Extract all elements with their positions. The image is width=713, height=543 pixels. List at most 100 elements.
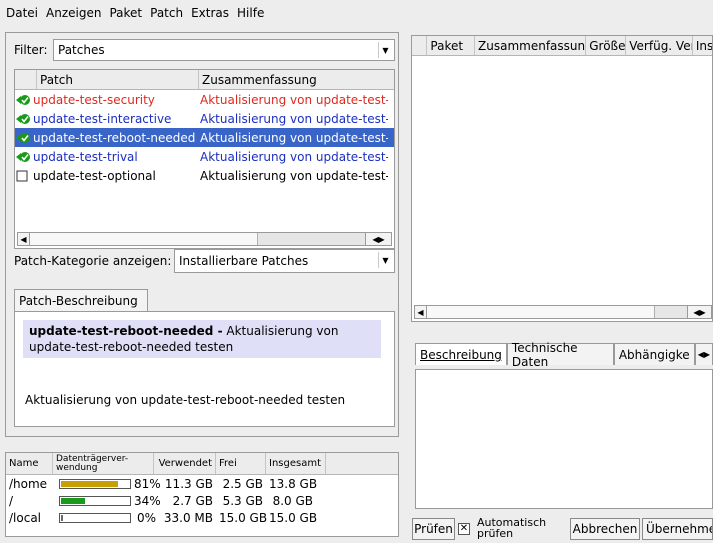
install-patch-icon[interactable] — [15, 112, 31, 126]
disk-total: 15.0 GB — [269, 510, 318, 525]
accept-button[interactable]: Übernehmen — [642, 518, 713, 540]
disk-total: 8.0 GB — [272, 493, 313, 508]
horizontal-scrollbar[interactable]: ◀ ◀▶ — [17, 232, 392, 246]
column-header-summary[interactable]: Zusammenfassung — [199, 70, 394, 89]
patch-summary: Aktualisierung von update-test-in — [200, 111, 388, 126]
detail-tabbar: Beschreibung Technische Daten Abhängigke… — [415, 341, 713, 369]
patch-name-cell: update-test-interactive — [15, 112, 200, 126]
patch-row[interactable]: update-test-optional Aktualisierung von u… — [15, 166, 394, 185]
disk-free: 15.0 GB — [219, 510, 268, 525]
disk-usage-table: Name Datenträgerver-wendung Verwendet Fr… — [5, 452, 399, 537]
filter-value: Patches — [58, 43, 105, 57]
column-header-status[interactable] — [412, 36, 428, 55]
patch-summary: Aktualisierung von update-test-re — [200, 130, 388, 145]
patch-row[interactable]: update-test-trival Aktualisierung von upd… — [15, 147, 394, 166]
tab-dependencies-label: Abhängigke — [618, 347, 690, 362]
checkbox-icon[interactable] — [15, 169, 31, 183]
disk-name: /local — [9, 510, 42, 525]
menu-paket[interactable]: Paket — [109, 6, 142, 20]
menu-hilfe[interactable]: Hilfe — [237, 6, 264, 20]
chevron-down-icon: ▼ — [378, 252, 392, 268]
disk-row: /local 0% 33.0 MB 15.0 GB 15.0 GB — [6, 509, 398, 526]
disk-rows: /home 81% 11.3 GB 2.5 GB 13.8 GB / 34% 2.7 GB 5.… — [6, 475, 398, 526]
disk-free: 5.3 GB — [222, 493, 263, 508]
disk-used: 2.7 GB — [172, 493, 213, 508]
column-header-patch[interactable]: Patch — [37, 70, 199, 89]
column-header-available-version[interactable]: Verfüg. Ver. — [626, 36, 693, 55]
tab-technical-data[interactable]: Technische Daten — [506, 341, 614, 369]
patch-description-box: update-test-reboot-needed - Aktualisieru… — [14, 311, 395, 427]
scroll-thumb[interactable] — [30, 233, 258, 245]
patch-name: update-test-trival — [33, 149, 138, 164]
detail-content — [415, 369, 713, 509]
patch-summary: Aktualisierung von update-test-s — [200, 92, 388, 107]
scroll-left-icon[interactable]: ◀ — [18, 233, 30, 245]
tab-dependencies[interactable]: Abhängigke — [613, 343, 695, 365]
column-header-package[interactable]: Paket — [427, 36, 476, 55]
column-header-used[interactable]: Verwendet — [154, 453, 216, 474]
column-header-status[interactable] — [15, 70, 37, 89]
filter-select[interactable]: Patches ▼ — [53, 39, 395, 61]
package-list: Paket Zusammenfassung Größe Verfüg. Ver.… — [411, 35, 713, 322]
patch-category-value: Installierbare Patches — [179, 254, 309, 268]
disk-percent: 0% — [136, 510, 156, 525]
patch-name-cell: update-test-trival — [15, 150, 200, 164]
scroll-right-icon[interactable]: ◀▶ — [687, 306, 711, 318]
column-header-installed-version[interactable]: Ins — [693, 36, 712, 55]
tab-patch-description[interactable]: Patch-Beschreibung — [14, 289, 148, 311]
filter-label: Filter: — [14, 43, 48, 57]
description-body: Aktualisierung von update-test-reboot-ne… — [25, 393, 346, 407]
disk-name: /home — [9, 476, 48, 491]
column-header-total[interactable]: Insgesamt — [266, 453, 326, 474]
disk-usage-cell — [53, 512, 131, 523]
disk-used: 33.0 MB — [163, 510, 213, 525]
column-header-free[interactable]: Frei — [216, 453, 266, 474]
disk-free: 2.5 GB — [222, 476, 263, 491]
tab-scroll-icon[interactable]: ◀▶ — [694, 343, 713, 365]
check-button-label: Prüfen — [414, 522, 453, 536]
security-patch-icon[interactable] — [15, 93, 31, 107]
column-header-usage[interactable]: Datenträgerver-wendung — [53, 453, 154, 474]
patch-category-select[interactable]: Installierbare Patches ▼ — [174, 249, 395, 273]
horizontal-scrollbar[interactable]: ◀ ◀▶ — [414, 305, 712, 319]
cancel-button[interactable]: Abbrechen — [570, 518, 640, 540]
accept-button-label: Übernehmen — [646, 522, 712, 536]
column-header-name[interactable]: Name — [6, 453, 53, 474]
description-header: update-test-reboot-needed - Aktualisieru… — [23, 320, 381, 358]
disk-total: 13.8 GB — [269, 476, 318, 491]
patch-row[interactable]: update-test-reboot-needed Aktualisierung … — [15, 128, 394, 147]
disk-usage-cell — [53, 495, 131, 506]
menu-anzeigen[interactable]: Anzeigen — [46, 6, 101, 20]
menu-extras[interactable]: Extras — [191, 6, 229, 20]
disk-row: /home 81% 11.3 GB 2.5 GB 13.8 GB — [6, 475, 398, 492]
scroll-left-icon[interactable]: ◀ — [415, 306, 427, 318]
tab-patch-description-label: Patch-Beschreibung — [19, 293, 138, 308]
patch-summary: Aktualisierung von update-test-tri — [200, 149, 388, 164]
disk-usage-bar-fill — [61, 480, 118, 487]
package-list-header: Paket Zusammenfassung Größe Verfüg. Ver.… — [412, 36, 712, 56]
column-header-summary[interactable]: Zusammenfassung — [475, 36, 587, 55]
patch-rows: update-test-security Aktualisierung von u… — [15, 90, 394, 185]
auto-check-checkbox[interactable]: ✕ — [458, 523, 470, 535]
column-header-size[interactable]: Größe — [586, 36, 627, 55]
patch-row[interactable]: update-test-security Aktualisierung von u… — [15, 90, 394, 109]
patch-row[interactable]: update-test-interactive Aktualisierung vo… — [15, 109, 394, 128]
patch-name: update-test-optional — [33, 168, 156, 183]
patch-name: update-test-security — [33, 92, 155, 107]
menu-datei[interactable]: Datei — [6, 6, 38, 20]
patch-name-cell: update-test-security — [15, 93, 200, 107]
patch-category-label: Patch-Kategorie anzeigen: — [14, 254, 172, 268]
tab-description[interactable]: Beschreibung — [415, 343, 507, 365]
check-button[interactable]: Prüfen — [412, 518, 455, 540]
disk-row: / 34% 2.7 GB 5.3 GB 8.0 GB — [6, 492, 398, 509]
menu-patch[interactable]: Patch — [150, 6, 183, 20]
patch-summary: Aktualisierung von update-test-o — [200, 168, 388, 183]
scroll-thumb[interactable] — [427, 306, 655, 318]
patch-name-cell: update-test-reboot-needed — [15, 131, 200, 145]
tab-description-label: Beschreibung — [420, 347, 502, 362]
install-patch-icon[interactable] — [15, 150, 31, 164]
scroll-right-icon[interactable]: ◀▶ — [365, 233, 391, 245]
install-patch-icon[interactable] — [15, 131, 31, 145]
patch-list: Patch Zusammenfassung update-test-securi… — [14, 69, 395, 249]
auto-check-label: Automatisch prüfen — [477, 516, 547, 540]
